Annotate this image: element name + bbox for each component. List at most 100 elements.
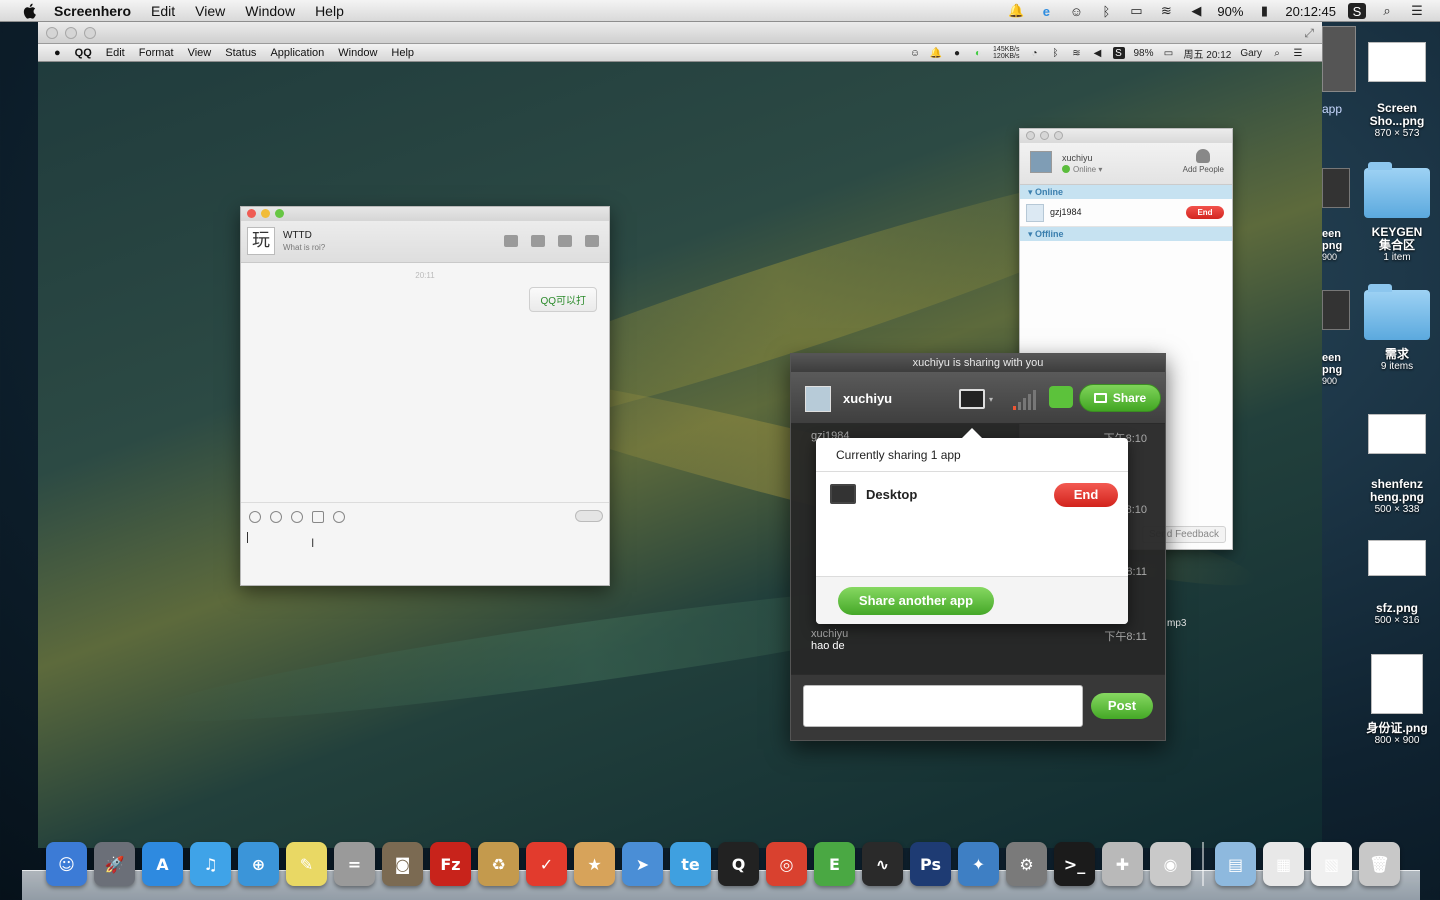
menu-window[interactable]: Window: [245, 3, 295, 19]
calculator-icon[interactable]: =: [334, 842, 375, 886]
user-status[interactable]: Online ▾: [1062, 165, 1102, 174]
remote-apple-icon[interactable]: ●: [54, 47, 61, 59]
qq-close-button[interactable]: [247, 209, 256, 218]
chevron-down-icon[interactable]: ▾: [989, 395, 993, 404]
share-window-titlebar[interactable]: ⤢: [38, 22, 1322, 44]
battery-percent[interactable]: 90%: [1217, 4, 1243, 19]
chrome-icon[interactable]: ◎: [766, 842, 807, 886]
remote-menu-help[interactable]: Help: [391, 47, 414, 59]
terminal-icon[interactable]: >_: [1054, 842, 1095, 886]
document-icon[interactable]: ▧: [1311, 842, 1352, 886]
send-icon[interactable]: ➤: [622, 842, 663, 886]
remote-menu-application[interactable]: Application: [270, 47, 324, 59]
contact-row[interactable]: gzj1984 End: [1020, 199, 1232, 227]
desktop-partial-file-1[interactable]: een png 900: [1322, 168, 1356, 268]
remote-apple-status-icon[interactable]: ●: [951, 47, 963, 59]
itunes-icon[interactable]: ♫: [190, 842, 231, 886]
qq-minimize-button[interactable]: [261, 209, 270, 218]
menu-edit[interactable]: Edit: [151, 3, 175, 19]
remote-volume-icon[interactable]: ◀: [1092, 47, 1104, 59]
remote-menu-edit[interactable]: Edit: [106, 47, 125, 59]
remote-battery[interactable]: 98%: [1134, 48, 1154, 59]
remote-bluetooth-icon[interactable]: ᛒ: [1050, 47, 1062, 59]
launchpad-icon[interactable]: 🚀: [94, 842, 135, 886]
qq-contact-avatar[interactable]: 玩: [247, 227, 275, 255]
notification-center-icon[interactable]: ☰: [1408, 3, 1426, 19]
contacts-close-button[interactable]: [1026, 131, 1035, 140]
wifi-icon[interactable]: ≋: [1157, 3, 1175, 19]
trash-icon[interactable]: 🗑: [1359, 842, 1400, 886]
qq-titlebar[interactable]: [241, 207, 609, 221]
menu-view[interactable]: View: [195, 3, 225, 19]
post-button[interactable]: Post: [1091, 693, 1153, 719]
qq-icon[interactable]: Q: [718, 842, 759, 886]
remote-screenhero-icon[interactable]: S: [1112, 47, 1125, 59]
desktop-partial-file-2[interactable]: een png 900: [1322, 290, 1356, 390]
desktop-folder-keygen[interactable]: KEYGEN 集合区 1 item: [1352, 162, 1440, 264]
remote-user[interactable]: Gary: [1240, 48, 1262, 59]
chat-toggle-icon[interactable]: [1049, 386, 1073, 408]
app-menu-screenhero[interactable]: Screenhero: [54, 3, 131, 19]
remote-spotlight-icon[interactable]: ⌕: [1271, 47, 1283, 59]
add-people-button[interactable]: Add People: [1183, 149, 1224, 174]
remote-menu-view[interactable]: View: [188, 47, 212, 59]
preview-icon[interactable]: ◙: [382, 842, 423, 886]
photoshop-icon[interactable]: Ps: [910, 842, 951, 886]
menubar-clock[interactable]: 20:12:45: [1285, 4, 1336, 19]
user-avatar[interactable]: [1030, 151, 1052, 173]
section-offline[interactable]: ▾ Offline: [1020, 227, 1232, 241]
spotlight-search-icon[interactable]: ⌕: [1378, 3, 1396, 19]
bluetooth-icon[interactable]: ᛒ: [1097, 3, 1115, 19]
bird-icon[interactable]: ✦: [958, 842, 999, 886]
sharer-avatar[interactable]: [805, 386, 831, 412]
remote-qq-icon[interactable]: ☺: [909, 47, 921, 59]
video-call-icon[interactable]: [558, 235, 572, 247]
te-icon[interactable]: te: [670, 842, 711, 886]
remote-menu-qq[interactable]: QQ: [75, 47, 92, 59]
section-online[interactable]: ▾ Online: [1020, 185, 1232, 199]
contacts-minimize-button[interactable]: [1040, 131, 1049, 140]
stickies-icon[interactable]: ✎: [286, 842, 327, 886]
remote-green-status-icon[interactable]: ◐: [972, 47, 984, 59]
qq-zoom-button[interactable]: [275, 209, 284, 218]
desktop-partial-app[interactable]: app: [1322, 26, 1356, 136]
remote-menu-window[interactable]: Window: [338, 47, 377, 59]
remote-menu-format[interactable]: Format: [139, 47, 174, 59]
package-icon[interactable]: ★: [574, 842, 615, 886]
remote-bell-icon[interactable]: 🔔: [930, 47, 942, 59]
apple-icon[interactable]: [20, 2, 40, 20]
safari-icon[interactable]: ⊕: [238, 842, 279, 886]
microphone-icon[interactable]: [531, 235, 545, 247]
end-sharing-button[interactable]: End: [1054, 483, 1118, 507]
archive-utility-icon[interactable]: ♻: [478, 842, 519, 886]
contacts-zoom-button[interactable]: [1054, 131, 1063, 140]
filezilla-icon[interactable]: Fz: [430, 842, 471, 886]
fullscreen-icon[interactable]: ⤢: [1304, 26, 1314, 41]
desktop-file-sfz[interactable]: sfz.png 500 × 316: [1352, 540, 1440, 627]
remote-menu-status[interactable]: Status: [225, 47, 256, 59]
remote-time-machine-icon[interactable]: ◔: [1029, 47, 1041, 59]
remote-clock[interactable]: 周五 20:12: [1184, 46, 1232, 61]
system-preferences-icon[interactable]: ⚙: [1006, 842, 1047, 886]
desktop-file-screenshot[interactable]: Screen Sho...png 870 × 573: [1352, 42, 1440, 140]
qq-message-input[interactable]: [241, 507, 609, 585]
bell-icon[interactable]: 🔔: [1007, 3, 1025, 19]
screenhero-status-icon[interactable]: S: [1348, 3, 1366, 19]
chat-bubble-icon[interactable]: [504, 235, 518, 247]
battery-indicator-icon[interactable]: ▭: [1127, 3, 1145, 19]
contacts-titlebar[interactable]: [1020, 129, 1232, 143]
close-button[interactable]: [46, 27, 58, 39]
qq-chat-window[interactable]: 玩 WTTD What is roi? 20:11 QQ可以打 I: [240, 206, 610, 586]
finder-icon[interactable]: ☺: [46, 842, 87, 886]
evernote-icon[interactable]: E: [814, 842, 855, 886]
document-stack-icon[interactable]: ▦: [1263, 842, 1304, 886]
share-another-app-button[interactable]: Share another app: [838, 587, 994, 615]
screenhero-icon[interactable]: ◉: [1150, 842, 1191, 886]
folder-transfer-icon[interactable]: [585, 235, 599, 247]
desktop-file-shenfenzheng[interactable]: shenfenz heng.png 500 × 338: [1352, 414, 1440, 516]
share-button[interactable]: Share: [1079, 384, 1161, 412]
chat-message-input[interactable]: [803, 685, 1083, 727]
joystick-icon[interactable]: ✚: [1102, 842, 1143, 886]
desktop-file-id-card[interactable]: 身份证.png 800 × 900: [1352, 654, 1440, 747]
activity-monitor-icon[interactable]: ∿: [862, 842, 903, 886]
